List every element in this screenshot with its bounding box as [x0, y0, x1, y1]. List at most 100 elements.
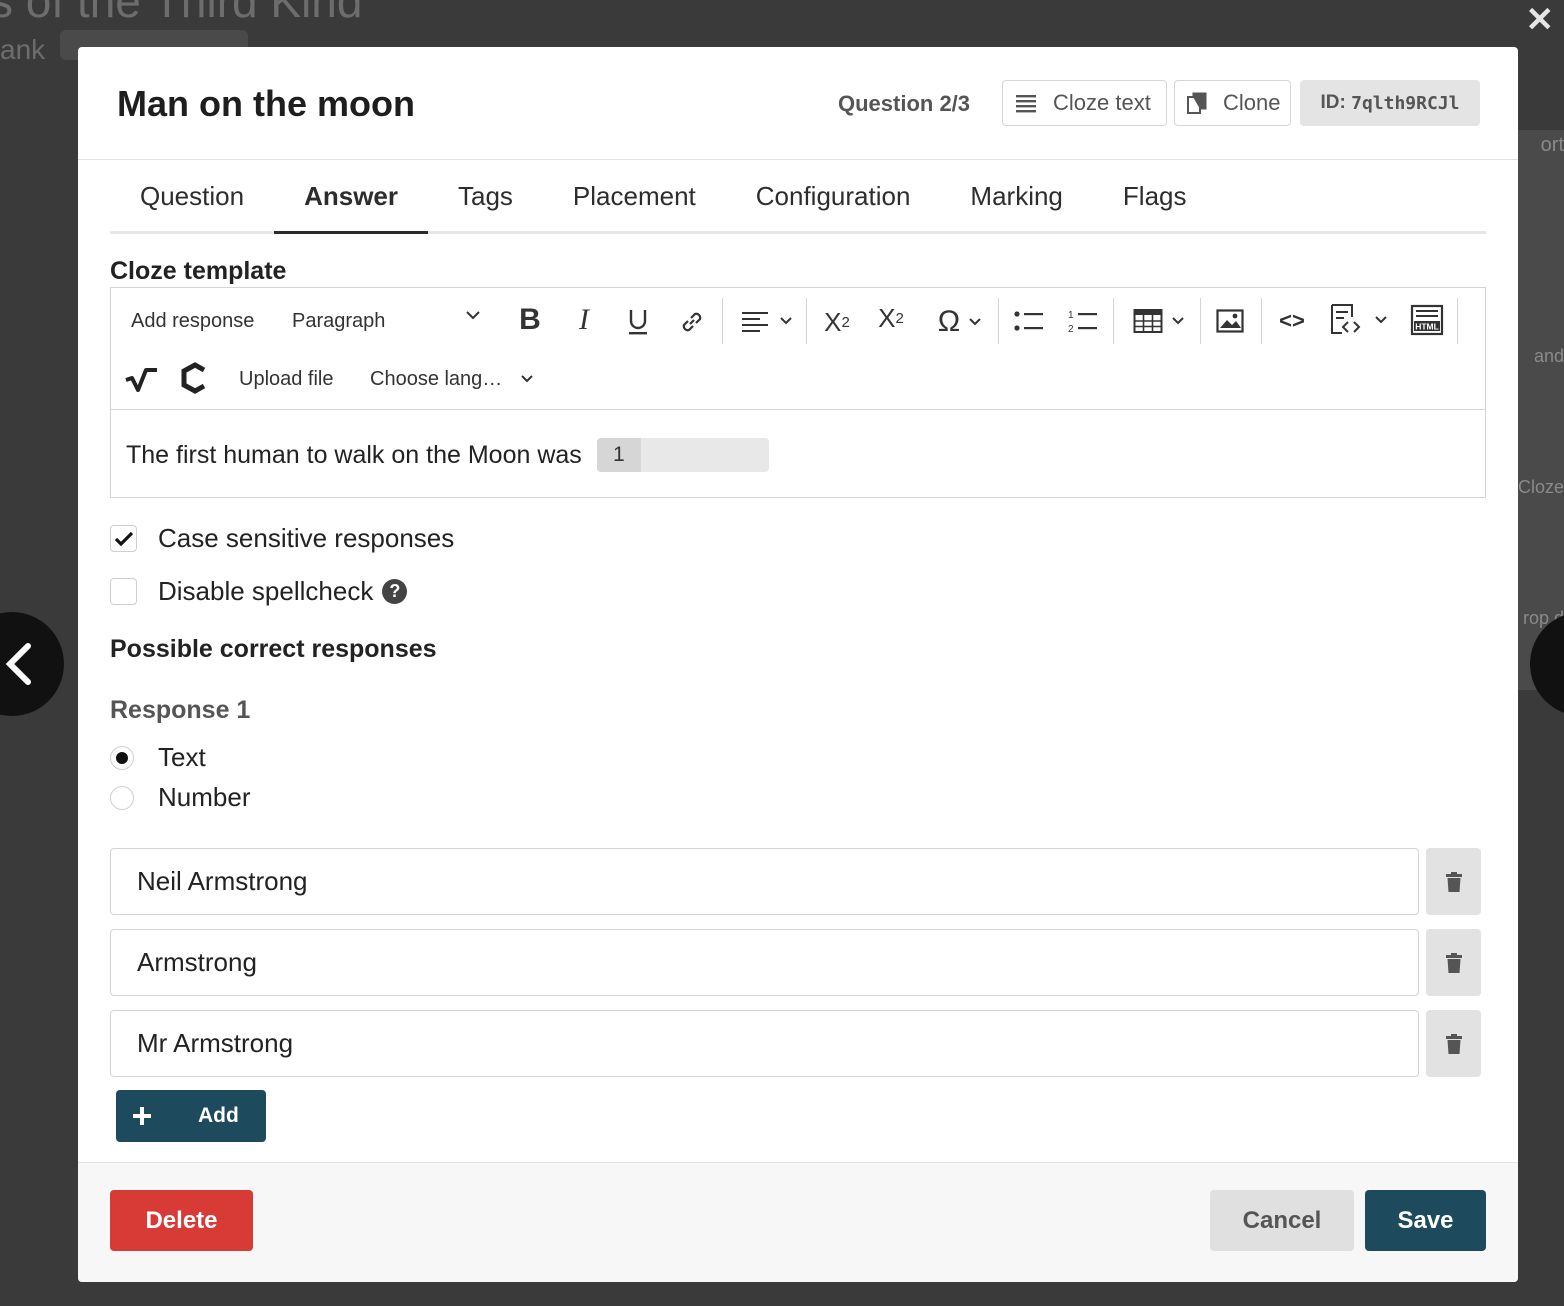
delete-answer-button[interactable]	[1426, 848, 1481, 915]
previous-question-button[interactable]	[0, 612, 64, 716]
cloze-response-field[interactable]: 1	[596, 438, 769, 472]
clone-button[interactable]: Clone	[1174, 80, 1291, 126]
trash-icon	[1445, 871, 1462, 892]
add-answer-button[interactable]: Add	[116, 1090, 266, 1142]
question-editor-modal: Man on the moon Question 2/3 Cloze text …	[78, 47, 1518, 1282]
link-icon[interactable]	[677, 302, 707, 342]
answer-input[interactable]	[110, 848, 1419, 915]
toolbar-divider	[722, 298, 723, 344]
editor-tabs: Question Answer Tags Placement Configura…	[110, 161, 1486, 234]
special-characters-dropdown[interactable]: Ω	[929, 302, 991, 342]
tab-flags[interactable]: Flags	[1093, 161, 1217, 234]
bold-icon[interactable]: B	[515, 300, 545, 340]
response-type-text-option: Text	[110, 742, 206, 773]
response-label: Response 1	[110, 696, 251, 724]
case-sensitive-checkbox[interactable]	[110, 525, 137, 552]
toolbar-divider	[1113, 298, 1114, 344]
help-icon[interactable]: ?	[382, 579, 408, 604]
svg-text:1: 1	[1068, 310, 1074, 321]
tab-answer[interactable]: Answer	[274, 161, 428, 234]
delete-answer-button[interactable]	[1426, 929, 1481, 996]
tab-marking[interactable]: Marking	[940, 161, 1092, 234]
delete-button[interactable]: Delete	[110, 1190, 253, 1251]
italic-icon[interactable]: I	[569, 300, 599, 340]
cloze-sentence: The first human to walk on the Moon was	[126, 440, 582, 469]
choose-language-label: Choose lang…	[370, 367, 503, 390]
chevron-left-icon	[5, 643, 31, 685]
chevron-down-icon	[780, 317, 792, 325]
question-type-label: Cloze text	[1053, 90, 1151, 115]
id-label: ID:	[1320, 92, 1346, 113]
delete-answer-button[interactable]	[1426, 1010, 1481, 1077]
html-embed-icon[interactable]: HTML	[1409, 300, 1445, 340]
disable-spellcheck-checkbox[interactable]	[110, 578, 137, 605]
numbered-list-icon[interactable]: 12	[1067, 304, 1099, 338]
code-icon[interactable]: <>	[1275, 304, 1309, 338]
chevron-down-icon	[1172, 317, 1184, 325]
cancel-button[interactable]: Cancel	[1210, 1190, 1354, 1251]
trash-icon	[1445, 952, 1462, 973]
chevron-down-icon[interactable]	[465, 310, 481, 320]
text-radio[interactable]	[110, 745, 134, 770]
tab-tags[interactable]: Tags	[428, 161, 543, 234]
case-sensitive-option: Case sensitive responses	[110, 523, 454, 554]
background-title: s of the Third Kind	[0, 0, 363, 27]
add-response-button[interactable]: Add response	[131, 306, 254, 336]
toolbar-divider	[806, 298, 807, 344]
background-right-panel	[1518, 130, 1564, 690]
cloze-template-label: Cloze template	[110, 257, 287, 285]
table-icon	[1133, 309, 1163, 333]
code-block-dropdown[interactable]	[1327, 300, 1391, 340]
list-icon	[1015, 93, 1037, 113]
background-right-text: ort	[1540, 134, 1564, 156]
save-button[interactable]: Save	[1365, 1190, 1486, 1251]
close-icon[interactable]: ✕	[1526, 0, 1555, 40]
number-radio-label: Number	[158, 782, 251, 812]
number-radio[interactable]	[110, 785, 134, 810]
upload-file-button[interactable]: Upload file	[239, 364, 334, 394]
underline-icon[interactable]	[623, 302, 653, 342]
clone-label: Clone	[1223, 90, 1281, 115]
copy-icon	[1187, 92, 1207, 114]
background-right-text: Cloze	[1517, 477, 1564, 497]
id-value: 7qlth9RCJl	[1351, 92, 1460, 114]
superscript-icon[interactable]: X2	[873, 298, 909, 338]
modal-header: Man on the moon Question 2/3 Cloze text …	[78, 47, 1518, 160]
bulleted-list-icon[interactable]	[1013, 304, 1045, 338]
question-type-button[interactable]: Cloze text	[1002, 80, 1167, 126]
chevron-down-icon	[521, 375, 534, 383]
possible-responses-heading: Possible correct responses	[110, 635, 437, 663]
align-dropdown[interactable]	[737, 304, 797, 338]
toolbar-divider	[1261, 298, 1262, 344]
question-id-badge[interactable]: ID: 7qlth9RCJl	[1300, 80, 1480, 126]
answer-input[interactable]	[110, 929, 1419, 996]
cloze-template-editor: Add response Paragraph B I X2 X2 Ω 1 2 <…	[110, 287, 1486, 498]
modal-title: Man on the moon	[117, 83, 415, 124]
image-icon[interactable]	[1214, 304, 1246, 338]
background-right-text: and	[1533, 346, 1564, 366]
svg-text:2: 2	[1068, 324, 1074, 334]
response-type-number-option: Number	[110, 782, 250, 813]
chevron-down-icon	[969, 318, 981, 326]
paragraph-label: Paragraph	[292, 309, 386, 332]
checkmark-icon	[114, 531, 133, 546]
table-dropdown[interactable]	[1128, 304, 1190, 338]
tab-placement[interactable]: Placement	[543, 161, 726, 234]
tab-question[interactable]: Question	[110, 161, 274, 234]
plus-icon	[116, 1106, 168, 1126]
modal-footer: Delete Cancel Save	[78, 1162, 1518, 1282]
math-formula-icon[interactable]	[123, 362, 159, 396]
text-radio-label: Text	[158, 742, 206, 772]
tab-configuration[interactable]: Configuration	[726, 161, 941, 234]
code-block-icon	[1331, 304, 1361, 334]
editor-content[interactable]: The first human to walk on the Moon was …	[126, 438, 769, 472]
add-answer-label: Add	[198, 1104, 239, 1127]
case-sensitive-label: Case sensitive responses	[158, 523, 455, 553]
paragraph-dropdown[interactable]: Paragraph	[292, 306, 492, 336]
subscript-icon[interactable]: X2	[819, 302, 855, 342]
toolbar-divider	[998, 298, 999, 344]
chemistry-formula-icon[interactable]	[177, 360, 211, 396]
answer-input[interactable]	[110, 1010, 1419, 1077]
toolbar-divider	[1457, 298, 1458, 344]
choose-language-dropdown[interactable]: Choose lang…	[370, 364, 534, 394]
